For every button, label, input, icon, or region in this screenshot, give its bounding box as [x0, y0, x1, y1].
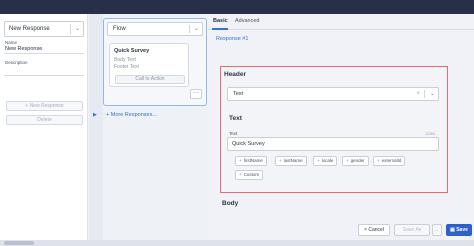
chevron-down-icon: ⌄: [429, 91, 435, 97]
chip-label: gender: [350, 158, 365, 163]
chip-label: firstName: [243, 158, 263, 163]
collapse-arrow-icon[interactable]: ▶: [93, 112, 97, 118]
chip-label: lastName: [283, 158, 303, 163]
plus-icon: +: [239, 172, 242, 177]
chip-lastname[interactable]: + lastName: [275, 156, 307, 166]
response-editor-modal: New Response ⌄ Name New Response Descrip…: [0, 14, 474, 246]
cancel-button[interactable]: × Cancel: [358, 224, 390, 236]
name-field[interactable]: New Response: [4, 45, 84, 54]
call-to-action-button[interactable]: Call to Action: [115, 75, 185, 84]
character-counter: 12/60: [425, 131, 436, 136]
chip-gender[interactable]: + gender: [342, 156, 369, 166]
plus-icon: +: [279, 158, 282, 163]
text-field-label: Text: [229, 131, 238, 136]
chip-custom[interactable]: + Custom: [235, 170, 264, 180]
plus-icon: +: [346, 158, 349, 163]
top-bar: [0, 0, 474, 14]
panel-handle[interactable]: ▶: [89, 14, 103, 246]
select-divider: [189, 25, 190, 33]
description-field[interactable]: [4, 66, 84, 76]
cancel-label: Cancel: [368, 227, 384, 233]
clear-icon[interactable]: ×: [416, 88, 420, 100]
tab-advanced[interactable]: Advanced: [235, 18, 259, 24]
save-label: Save: [456, 227, 468, 233]
chip-externalid[interactable]: + externalId: [373, 156, 406, 166]
response-select-value: New Response: [9, 26, 50, 32]
description-label: Description: [5, 60, 28, 65]
save-as-button[interactable]: Save As: [394, 224, 430, 236]
chevron-down-icon: ⌄: [74, 26, 80, 32]
save-button[interactable]: ▣ Save: [446, 224, 472, 236]
select-divider: [424, 90, 425, 98]
flow-card[interactable]: Flow ⌄ Quick Survey Body Text Footer Tex…: [103, 18, 207, 106]
header-text-input[interactable]: Quick Survey: [227, 137, 439, 151]
header-type-select[interactable]: Text × ⌄: [227, 87, 439, 101]
more-responses-link[interactable]: + More Responses...: [106, 112, 157, 118]
delete-button[interactable]: Delete: [6, 115, 83, 125]
chip-label: Custom: [243, 172, 260, 177]
save-as-dropdown-button[interactable]: ⌄: [432, 224, 442, 236]
response-list-panel: New Response ⌄ Name New Response Descrip…: [0, 14, 88, 246]
response-select[interactable]: New Response ⌄: [4, 21, 84, 37]
header-type-value: Text: [233, 91, 244, 97]
settings-tabs: Basic Advanced: [208, 14, 474, 30]
new-response-button[interactable]: + New Response: [6, 101, 83, 111]
plus-icon: +: [317, 158, 320, 163]
chevron-down-icon: ⌄: [193, 26, 199, 32]
plus-icon: +: [377, 158, 380, 163]
response-settings-panel: Basic Advanced Response #1 Header Text ×…: [208, 14, 474, 246]
more-dots-icon[interactable]: ···: [190, 89, 202, 99]
select-divider: [70, 24, 71, 34]
text-section-title: Text: [229, 115, 242, 122]
header-title: Header: [224, 71, 247, 78]
chevron-down-icon: ⌄: [434, 227, 440, 233]
plus-icon: +: [239, 158, 242, 163]
survey-body-text: Body Text: [114, 57, 136, 63]
survey-title: Quick Survey: [114, 48, 150, 54]
chip-label: locale: [321, 158, 334, 163]
chip-label: externalId: [381, 158, 402, 163]
horizontal-scrollbar[interactable]: [0, 240, 474, 246]
header-section: Header Text × ⌄ Text Text 12/60 Quick Su…: [220, 66, 448, 193]
breadcrumb[interactable]: Response #1: [216, 36, 248, 42]
survey-preview-card[interactable]: Quick Survey Body Text Footer Text Call …: [109, 43, 189, 87]
body-section-title: Body: [222, 200, 239, 207]
scrollbar-thumb[interactable]: [4, 241, 34, 245]
chip-locale[interactable]: + locale: [313, 156, 338, 166]
flow-panel: ▶ Flow ⌄ Quick Survey Body Text Footer T…: [89, 14, 207, 246]
active-tab-indicator: [212, 28, 228, 30]
save-as-label: Save As: [402, 227, 422, 233]
survey-footer-text: Footer Text: [114, 64, 139, 70]
flow-select-value: Flow: [113, 26, 126, 32]
tab-basic[interactable]: Basic: [213, 18, 228, 24]
flow-select[interactable]: Flow ⌄: [107, 22, 203, 36]
chip-firstname[interactable]: + firstName: [235, 156, 267, 166]
